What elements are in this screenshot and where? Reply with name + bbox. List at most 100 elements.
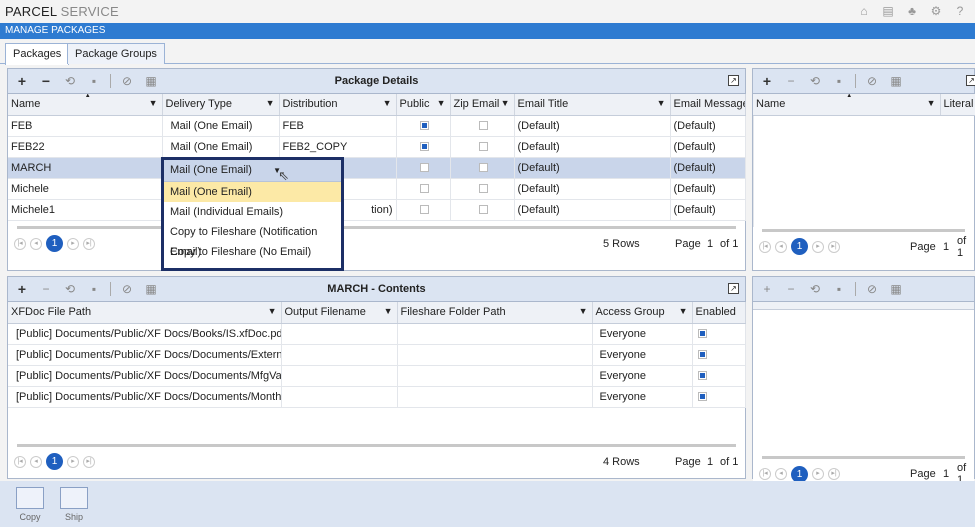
- first-page-icon[interactable]: |◂: [14, 237, 26, 250]
- cell-access-group[interactable]: Everyone: [592, 365, 693, 387]
- grid-settings-icon[interactable]: ▦: [888, 281, 904, 297]
- cell-name[interactable]: FEB: [8, 115, 163, 137]
- page-number-button[interactable]: 1: [791, 465, 808, 483]
- table-row[interactable]: FEB Mail (One Email) FEB (Default) (Defa…: [8, 115, 746, 137]
- cell-output[interactable]: [281, 323, 398, 345]
- add-icon[interactable]: +: [759, 73, 775, 89]
- save-icon[interactable]: ▪: [831, 73, 847, 89]
- col-header-output-filename[interactable]: Output Filename ▼: [281, 302, 398, 324]
- home-icon[interactable]: ⌂: [857, 4, 871, 18]
- cell-email-message[interactable]: (Default): [670, 157, 746, 179]
- expand-icon[interactable]: ↗: [728, 75, 739, 86]
- remove-icon[interactable]: −: [38, 281, 54, 297]
- clear-filter-icon[interactable]: ⊘: [864, 281, 880, 297]
- clear-filter-icon[interactable]: ⊘: [864, 73, 880, 89]
- refresh-icon[interactable]: ⟲: [807, 73, 823, 89]
- filter-icon[interactable]: ▼: [266, 98, 275, 108]
- cell-name[interactable]: Michele: [8, 178, 163, 200]
- col-header-email-title[interactable]: Email Title ▼: [514, 94, 671, 116]
- cell-delivery[interactable]: Mail (One Email): [162, 115, 280, 137]
- refresh-icon[interactable]: ⟲: [62, 73, 78, 89]
- filter-icon[interactable]: ▼: [437, 98, 446, 108]
- cell-output[interactable]: [281, 386, 398, 408]
- prev-page-icon[interactable]: ◂: [30, 455, 42, 468]
- next-page-icon[interactable]: ▸: [67, 455, 79, 468]
- col-header-enabled[interactable]: Enabled: [692, 302, 746, 324]
- table-row[interactable]: [Public] Documents/Public/XF Docs/Docume…: [8, 386, 746, 408]
- tab-package-groups[interactable]: Package Groups: [67, 43, 165, 64]
- ship-button[interactable]: Ship: [60, 487, 88, 522]
- cell-name[interactable]: MARCH: [8, 157, 163, 179]
- public-checkbox[interactable]: [420, 142, 429, 152]
- cell-output[interactable]: [281, 344, 398, 366]
- grid-settings-icon[interactable]: ▦: [888, 73, 904, 89]
- cell-file-path[interactable]: [Public] Documents/Public/XF Docs/Docume…: [8, 344, 282, 366]
- save-icon[interactable]: ▪: [831, 281, 847, 297]
- dropdown-option[interactable]: Mail (One Email): [164, 182, 341, 202]
- prev-page-icon[interactable]: ◂: [775, 240, 787, 253]
- next-page-icon[interactable]: ▸: [67, 237, 79, 250]
- table-row[interactable]: [Public] Documents/Public/XF Docs/Books/…: [8, 323, 746, 345]
- dropdown-option[interactable]: Mail (Individual Emails): [164, 202, 341, 222]
- enabled-checkbox[interactable]: [697, 392, 707, 402]
- cell-email-title[interactable]: (Default): [514, 115, 671, 137]
- first-page-icon[interactable]: |◂: [759, 240, 771, 253]
- cell-email-title[interactable]: (Default): [514, 199, 671, 221]
- cell-folder[interactable]: [397, 386, 593, 408]
- zip-checkbox[interactable]: [479, 163, 488, 173]
- last-page-icon[interactable]: ▸|: [83, 237, 95, 250]
- remove-icon[interactable]: −: [783, 73, 799, 89]
- table-row[interactable]: [Public] Documents/Public/XF Docs/Docume…: [8, 344, 746, 366]
- table-row[interactable]: FEB22 Mail (One Email) FEB2_COPY (Defaul…: [8, 136, 746, 158]
- cell-access-group[interactable]: Everyone: [592, 323, 693, 345]
- horizontal-scrollbar[interactable]: [8, 441, 745, 450]
- cell-email-message[interactable]: (Default): [670, 199, 746, 221]
- public-checkbox[interactable]: [420, 205, 429, 215]
- dropdown-option[interactable]: Copy to Fileshare (Notification Email): [164, 222, 341, 258]
- page-number-button[interactable]: 1: [46, 453, 63, 470]
- copy-button[interactable]: Copy: [16, 487, 44, 522]
- enabled-checkbox[interactable]: [697, 371, 707, 381]
- cell-email-title[interactable]: (Default): [514, 157, 671, 179]
- horizontal-scrollbar[interactable]: [8, 223, 745, 232]
- first-page-icon[interactable]: |◂: [14, 455, 26, 468]
- remove-icon[interactable]: −: [783, 281, 799, 297]
- delivery-type-dropdown[interactable]: Mail (One Email) ▼ ⇖ Mail (One Email) Ma…: [161, 157, 344, 271]
- add-icon[interactable]: +: [14, 73, 30, 89]
- cell-email-message[interactable]: (Default): [670, 115, 746, 137]
- people-icon[interactable]: ♣: [905, 4, 919, 18]
- first-page-icon[interactable]: |◂: [759, 468, 771, 480]
- filter-icon[interactable]: ▼: [579, 306, 588, 316]
- cell-access-group[interactable]: Everyone: [592, 344, 693, 366]
- table-row[interactable]: [Public] Documents/Public/XF Docs/Docume…: [8, 365, 746, 387]
- cell-email-message[interactable]: (Default): [670, 136, 746, 158]
- help-icon[interactable]: ?: [953, 4, 967, 18]
- cell-distribution[interactable]: FEB: [279, 115, 397, 137]
- cell-name[interactable]: Michele1: [8, 199, 163, 221]
- filter-icon[interactable]: ▼: [383, 98, 392, 108]
- cell-file-path[interactable]: [Public] Documents/Public/XF Docs/Docume…: [8, 365, 282, 387]
- page-number-button[interactable]: 1: [791, 238, 808, 255]
- tab-packages[interactable]: Packages: [5, 43, 70, 65]
- col-header-zip-email[interactable]: Zip Email ▼: [450, 94, 515, 116]
- cell-distribution[interactable]: FEB2_COPY: [279, 136, 397, 158]
- filter-icon[interactable]: ▼: [384, 306, 393, 316]
- filter-icon[interactable]: ▼: [268, 306, 277, 316]
- filter-icon[interactable]: ▼: [657, 98, 666, 108]
- table-row[interactable]: Michele1 tion) (Default) (Default): [8, 199, 746, 221]
- filter-icon[interactable]: ▼: [149, 98, 158, 108]
- document-icon[interactable]: ▤: [881, 4, 895, 18]
- zip-checkbox[interactable]: [479, 121, 488, 131]
- refresh-icon[interactable]: ⟲: [62, 281, 78, 297]
- save-icon[interactable]: ▪: [86, 73, 102, 89]
- table-row[interactable]: Michele (Default) (Default): [8, 178, 746, 200]
- cell-folder[interactable]: [397, 344, 593, 366]
- col-header-name[interactable]: ▲ Name ▼: [8, 94, 163, 116]
- prev-page-icon[interactable]: ◂: [30, 237, 42, 250]
- clear-filter-icon[interactable]: ⊘: [119, 73, 135, 89]
- cell-file-path[interactable]: [Public] Documents/Public/XF Docs/Books/…: [8, 323, 282, 345]
- filter-icon[interactable]: ▼: [501, 98, 510, 108]
- last-page-icon[interactable]: ▸|: [83, 455, 95, 468]
- prev-page-icon[interactable]: ◂: [775, 468, 787, 480]
- expand-icon[interactable]: ↗: [728, 283, 739, 294]
